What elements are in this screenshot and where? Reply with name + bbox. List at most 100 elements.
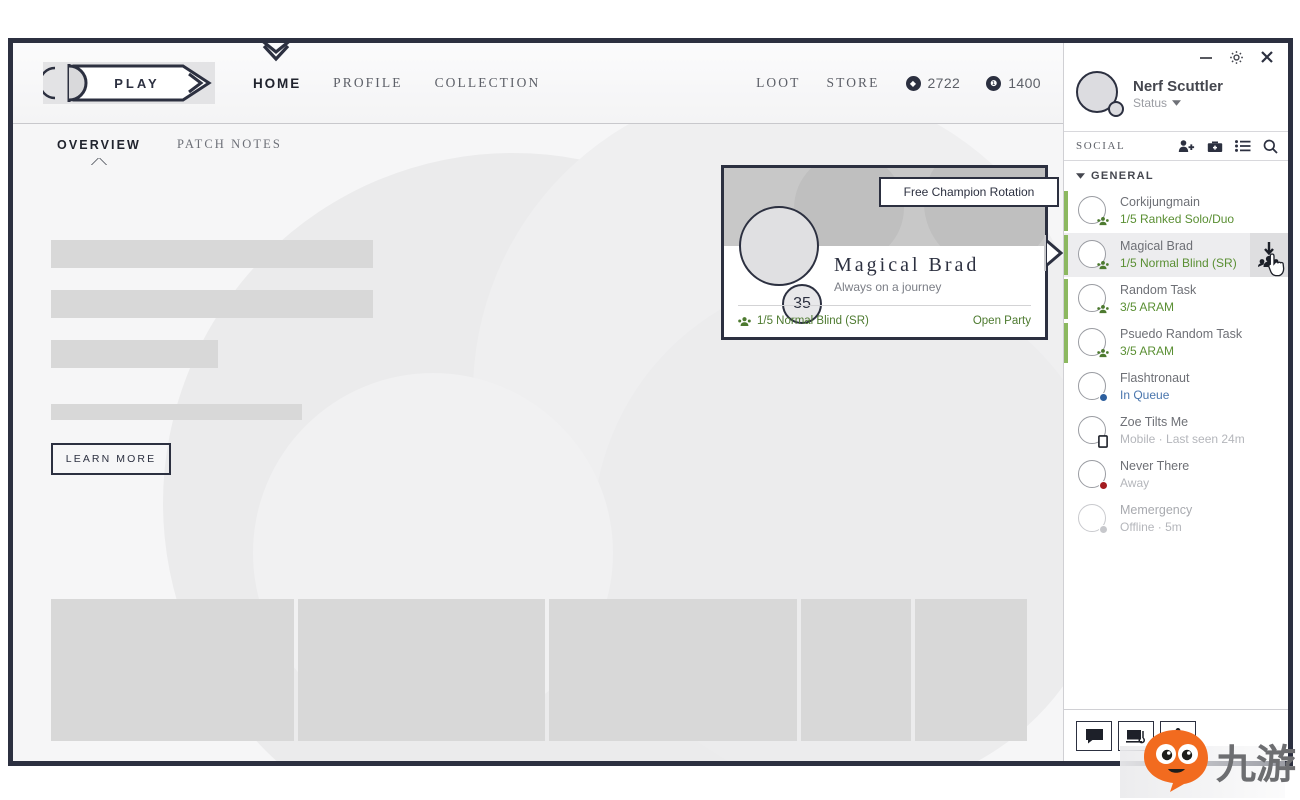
friend-name: Random Task	[1120, 283, 1197, 298]
search-icon[interactable]	[1263, 139, 1278, 154]
minimize-icon[interactable]	[1199, 51, 1213, 63]
headline-placeholder	[51, 290, 373, 318]
riot-points-icon: ❶	[986, 75, 1002, 91]
friend-status: 1/5 Normal Blind (SR)	[1120, 256, 1237, 271]
nav-link-home[interactable]: HOME	[253, 76, 301, 91]
social-header: SOCIAL	[1064, 131, 1288, 161]
primary-nav-links: HOME PROFILE COLLECTION	[253, 75, 540, 91]
party-group-icon	[1097, 347, 1109, 359]
chevron-down-icon	[1172, 100, 1182, 106]
friend-name: Zoe Tilts Me	[1120, 415, 1189, 430]
chevron-down-icon	[1076, 173, 1085, 179]
chat-icon[interactable]	[1076, 720, 1112, 751]
add-friend-icon[interactable]	[1178, 139, 1195, 153]
window-controls	[1064, 43, 1288, 71]
screen-share-icon[interactable]	[1118, 720, 1154, 751]
close-icon[interactable]	[1260, 50, 1274, 64]
double-chevron-down-icon	[262, 43, 290, 62]
friend-name: Memergency	[1120, 503, 1193, 518]
friend-name: Flashtronaut	[1120, 371, 1190, 386]
featured-card[interactable]	[51, 599, 294, 741]
join-party-icon	[1258, 242, 1280, 267]
sub-navigation-tabs: OVERVIEW PATCH NOTES	[13, 123, 1063, 165]
friend-group-general[interactable]: GENERAL	[1064, 161, 1288, 189]
featured-card[interactable]	[915, 599, 1027, 741]
party-player-name: Magical Brad	[834, 254, 980, 276]
chevron-right-icon[interactable]	[1044, 233, 1063, 273]
list-item[interactable]: Corkijungmain 1/5 Ranked Solo/Duo	[1064, 189, 1288, 233]
microphone-icon[interactable]	[1160, 720, 1196, 751]
status-label: Status	[1133, 96, 1168, 110]
friends-list: Corkijungmain 1/5 Ranked Solo/Duo Magica…	[1064, 189, 1288, 709]
list-item[interactable]: Zoe Tilts Me Mobile · Last seen 24m	[1064, 409, 1288, 453]
screen-root: PLAY HOME PROFILE COLLECTION LOOT STORE …	[0, 0, 1300, 800]
learn-more-button[interactable]: LEARN MORE	[51, 443, 171, 475]
party-group-icon	[1097, 303, 1109, 315]
list-item[interactable]: Random Task 3/5 ARAM	[1064, 277, 1288, 321]
party-group-icon	[1097, 259, 1109, 271]
featured-card[interactable]	[549, 599, 797, 741]
headline-placeholder	[51, 340, 218, 368]
nav-link-profile[interactable]: PROFILE	[333, 75, 402, 91]
nav-link-store[interactable]: STORE	[826, 75, 879, 91]
join-party-button[interactable]	[1250, 233, 1288, 277]
riot-points-value: 1400	[1008, 75, 1041, 91]
featured-card[interactable]	[298, 599, 545, 741]
nav-link-loot[interactable]: LOOT	[756, 75, 800, 91]
open-party-button[interactable]: Open Party	[973, 315, 1031, 327]
featured-card[interactable]	[801, 599, 911, 741]
blue-essence-icon: ◆	[905, 75, 921, 91]
friend-status: 3/5 ARAM	[1120, 300, 1175, 315]
friend-name: Never There	[1120, 459, 1190, 474]
friend-name: Magical Brad	[1120, 239, 1193, 254]
featured-card-row	[51, 599, 1027, 741]
queue-status-dot	[1097, 391, 1109, 403]
create-group-icon[interactable]	[1207, 140, 1223, 153]
headline-placeholder	[51, 240, 373, 268]
social-sidebar: Nerf Scuttler Status SOCIAL GENERAL Cork…	[1063, 43, 1288, 761]
avatar-status-badge	[1108, 101, 1124, 117]
party-group-icon	[1097, 215, 1109, 227]
friend-name: Psuedo Random Task	[1120, 327, 1243, 342]
status-selector[interactable]: Status	[1133, 96, 1223, 110]
list-item[interactable]: Memergency Offline · 5m	[1064, 497, 1288, 541]
offline-status-dot	[1097, 523, 1109, 535]
currency-blue-essence[interactable]: ◆ 2722	[905, 75, 961, 91]
list-view-icon[interactable]	[1235, 140, 1251, 152]
list-item[interactable]: Magical Brad 1/5 Normal Blind (SR)	[1064, 233, 1288, 277]
party-card-footer: 1/5 Normal Blind (SR) Open Party	[738, 305, 1031, 327]
in-party-indicator	[1064, 191, 1068, 231]
play-button-label: PLAY	[114, 75, 160, 91]
gear-icon[interactable]	[1229, 50, 1244, 65]
list-item[interactable]: Never There Away	[1064, 453, 1288, 497]
in-party-indicator	[1064, 323, 1068, 363]
in-party-indicator	[1064, 235, 1068, 275]
top-navigation-bar: PLAY HOME PROFILE COLLECTION LOOT STORE …	[13, 43, 1063, 123]
away-status-dot	[1097, 479, 1109, 491]
friend-group-label: GENERAL	[1091, 170, 1154, 182]
list-item[interactable]: Psuedo Random Task 3/5 ARAM	[1064, 321, 1288, 365]
friend-status: 1/5 Ranked Solo/Duo	[1120, 212, 1235, 227]
party-player-tagline: Always on a journey	[834, 280, 942, 294]
friend-status: Away	[1120, 476, 1150, 491]
blue-essence-value: 2722	[927, 75, 961, 91]
friend-status: Mobile · Last seen 24m	[1120, 432, 1245, 447]
nav-right-group: LOOT STORE ◆ 2722 ❶ 1400	[756, 75, 1063, 91]
currency-riot-points[interactable]: ❶ 1400	[986, 75, 1041, 91]
tab-overview[interactable]: OVERVIEW	[57, 138, 141, 152]
friend-status: In Queue	[1120, 388, 1170, 403]
body-placeholder	[51, 404, 302, 420]
play-button[interactable]: PLAY	[38, 62, 215, 104]
nav-link-collection[interactable]: COLLECTION	[435, 75, 541, 91]
avatar[interactable]	[1076, 71, 1124, 117]
list-item[interactable]: Flashtronaut In Queue	[1064, 365, 1288, 409]
in-party-indicator	[1064, 279, 1068, 319]
party-queue-info: 1/5 Normal Blind (SR)	[738, 315, 869, 327]
user-profile-row[interactable]: Nerf Scuttler Status	[1064, 71, 1288, 131]
party-group-icon	[738, 316, 751, 326]
game-client-window: PLAY HOME PROFILE COLLECTION LOOT STORE …	[8, 38, 1293, 766]
free-champion-rotation-button[interactable]: Free Champion Rotation	[879, 177, 1059, 207]
main-content-pane: PLAY HOME PROFILE COLLECTION LOOT STORE …	[13, 43, 1063, 761]
social-header-title: SOCIAL	[1076, 140, 1126, 152]
tab-patch-notes[interactable]: PATCH NOTES	[177, 137, 282, 152]
